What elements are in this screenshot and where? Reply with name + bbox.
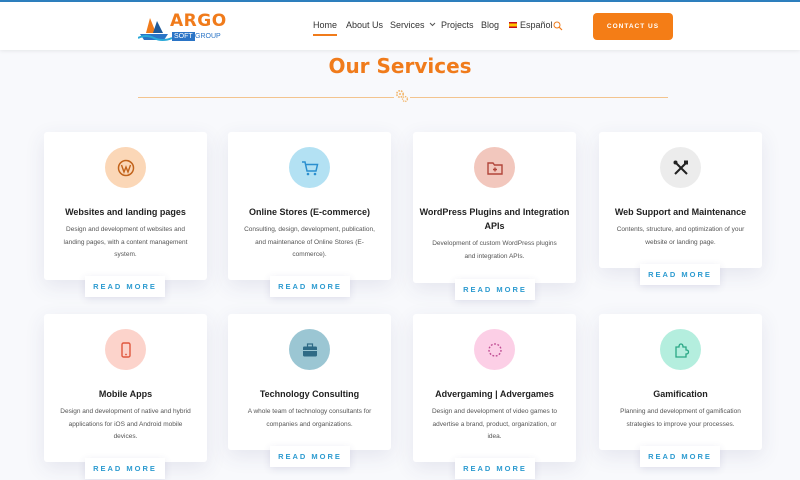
- description-line: strategies to improve your processes.: [626, 420, 735, 428]
- plugin-folder-icon: [486, 161, 503, 175]
- service-title: Online Stores (E-commerce): [248, 207, 371, 217]
- briefcase-icon: [302, 342, 317, 356]
- read-more-button[interactable]: READ MORE: [455, 279, 535, 300]
- service-description: Design and development of native and hyb…: [52, 406, 199, 444]
- service-title: Websites and landing pages: [65, 207, 186, 217]
- service-title-line: WordPress Plugins and Integration: [419, 207, 570, 217]
- service-title-line: APIs: [484, 221, 505, 231]
- spain-flag-icon: [509, 22, 517, 28]
- divider-left: [138, 97, 394, 98]
- description-line: Consulting, design, development, publica…: [244, 226, 375, 233]
- logo-wordmark: ARGO: [170, 11, 227, 31]
- ship-logo-icon: [138, 18, 172, 41]
- service-description: Design and development of video games to…: [421, 406, 568, 444]
- service-description: Development of custom WordPress plugins …: [421, 238, 568, 263]
- service-icon-circle: [105, 147, 146, 188]
- logo-group-label: GROUP: [195, 33, 221, 40]
- service-card-technology-consulting: Technology Consulting A whole team of te…: [228, 314, 391, 450]
- logo-soft-label: SOFT: [172, 32, 195, 41]
- language-label: Español: [520, 20, 553, 30]
- description-line: commerce).: [292, 251, 327, 258]
- read-more-button[interactable]: READ MORE: [85, 276, 165, 297]
- nav-item-language[interactable]: Español: [509, 20, 553, 30]
- nav-item-about-us[interactable]: About Us: [346, 20, 383, 30]
- service-title: Technology Consulting: [259, 389, 360, 399]
- service-card-online-stores: Online Stores (E-commerce) Consulting, d…: [228, 132, 391, 280]
- description-line: advertise a brand, product, organization…: [432, 420, 557, 428]
- service-title: Gamification: [653, 389, 708, 399]
- section-title: Our Services: [328, 54, 472, 78]
- service-title: Advergaming | Advergames: [435, 389, 554, 399]
- description-line: Development of custom WordPress plugins: [432, 240, 557, 247]
- search-icon[interactable]: [553, 21, 563, 31]
- service-icon-circle: [660, 147, 701, 188]
- description-line: Contents, structure, and optimization of…: [616, 226, 745, 233]
- service-icon-circle: [474, 329, 515, 370]
- service-description: Planning and development of gamification…: [607, 406, 754, 431]
- gears-icon: [395, 89, 409, 103]
- service-icon-circle: [105, 329, 146, 370]
- description-line: applications for iOS and Android mobile: [68, 420, 183, 428]
- service-card-gamification: Gamification Planning and development of…: [599, 314, 762, 450]
- read-more-button[interactable]: READ MORE: [270, 446, 350, 467]
- nav-item-label: Services: [390, 20, 425, 30]
- service-title: Mobile Apps: [98, 389, 153, 399]
- mobile-phone-icon: [120, 341, 131, 358]
- service-card-wordpress-plugins: WordPress Plugins and Integration APIs D…: [413, 132, 576, 283]
- shopping-cart-icon: [301, 160, 318, 175]
- read-more-button[interactable]: READ MORE: [270, 276, 350, 297]
- read-more-button[interactable]: READ MORE: [85, 458, 165, 479]
- tools-icon: [673, 160, 688, 175]
- service-description: Consulting, design, development, publica…: [236, 224, 383, 262]
- description-line: Design and development of native and hyb…: [60, 408, 191, 415]
- description-line: idea.: [487, 433, 502, 440]
- description-line: Design and development of video games to: [431, 408, 558, 415]
- contact-us-button[interactable]: CONTACT US: [593, 13, 673, 40]
- service-description: Design and development of websites and l…: [52, 224, 199, 262]
- description-line: A whole team of technology consultants f…: [247, 408, 372, 415]
- service-icon-circle: [289, 329, 330, 370]
- service-description: A whole team of technology consultants f…: [236, 406, 383, 431]
- nav-item-services[interactable]: Services: [390, 20, 436, 30]
- service-title: Web Support and Maintenance: [614, 207, 747, 217]
- description-line: system.: [114, 251, 137, 258]
- description-line: devices.: [113, 433, 138, 440]
- nav-item-home[interactable]: Home: [313, 20, 338, 36]
- service-icon-circle: [289, 147, 330, 188]
- nav-item-projects[interactable]: Projects: [441, 20, 474, 30]
- site-logo[interactable]: ARGO SOFT GROUP: [138, 11, 226, 42]
- service-card-mobile-apps: Mobile Apps Design and development of na…: [44, 314, 207, 462]
- read-more-button[interactable]: READ MORE: [640, 446, 720, 467]
- service-title: WordPress Plugins and Integration APIs: [419, 205, 570, 233]
- read-more-button[interactable]: READ MORE: [640, 264, 720, 285]
- description-line: website or landing page.: [645, 238, 716, 246]
- service-card-websites: Websites and landing pages Design and de…: [44, 132, 207, 280]
- service-icon-circle: [660, 329, 701, 370]
- wordpress-icon: [117, 159, 134, 176]
- description-line: landing pages, with a content management: [63, 238, 188, 246]
- nav-item-blog[interactable]: Blog: [481, 20, 499, 30]
- service-icon-circle: [474, 147, 515, 188]
- description-line: and maintenance of Online Stores (E-: [255, 238, 364, 246]
- service-card-advergaming: Advergaming | Advergames Design and deve…: [413, 314, 576, 462]
- description-line: and integration APIs.: [464, 252, 525, 260]
- divider-right: [410, 97, 668, 98]
- site-header: ARGO SOFT GROUP Home About Us Services P…: [0, 2, 800, 50]
- description-line: Design and development of websites and: [66, 226, 185, 233]
- description-line: companies and organizations.: [266, 420, 353, 428]
- service-card-web-support: Web Support and Maintenance Contents, st…: [599, 132, 762, 268]
- puzzle-piece-icon: [674, 342, 689, 358]
- service-description: Contents, structure, and optimization of…: [607, 224, 754, 249]
- read-more-button[interactable]: READ MORE: [455, 458, 535, 479]
- loading-spinner-icon: [487, 342, 502, 357]
- chevron-down-icon: [429, 22, 436, 27]
- description-line: Planning and development of gamification: [620, 408, 741, 415]
